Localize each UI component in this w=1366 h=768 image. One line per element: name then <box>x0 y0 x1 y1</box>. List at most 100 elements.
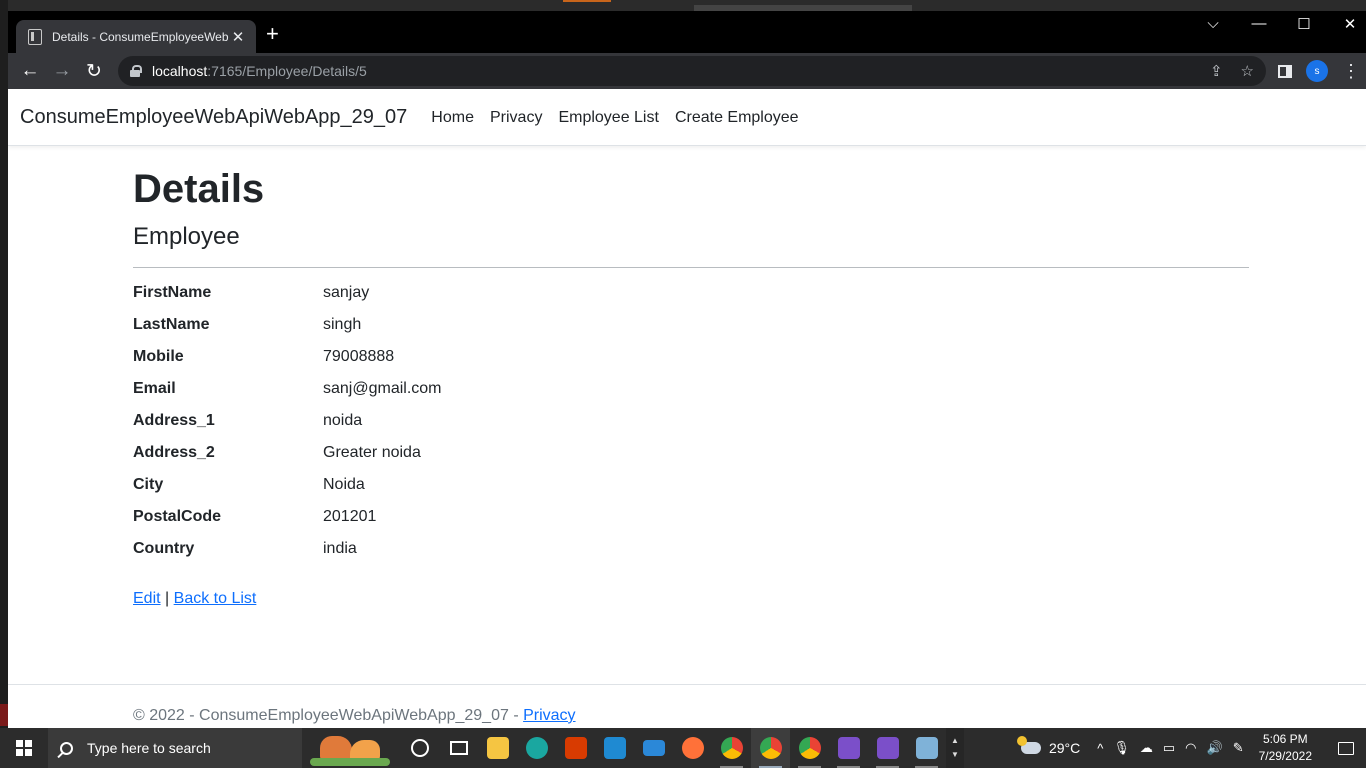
field-label: PostalCode <box>133 508 222 525</box>
nav-link-employee-list[interactable]: Employee List <box>558 109 659 127</box>
temperature: 29°C <box>1048 740 1081 756</box>
bookmark-star-icon[interactable]: ☆ <box>1241 62 1254 80</box>
edge-icon[interactable] <box>517 728 556 768</box>
web-page: ConsumeEmployeeWebApiWebApp_29_07 Home P… <box>8 90 1366 728</box>
notifications-button[interactable] <box>1326 741 1366 755</box>
show-hidden-icons-icon[interactable]: ^ <box>1092 741 1108 756</box>
share-icon[interactable]: ⇪ <box>1210 62 1223 80</box>
pen-icon[interactable]: ✎ <box>1228 740 1249 756</box>
navbar-brand[interactable]: ConsumeEmployeeWebApiWebApp_29_07 <box>20 106 407 129</box>
more-menu-icon[interactable]: ⋮ <box>1342 62 1360 80</box>
taskbar-search-box[interactable]: Type here to search <box>48 728 302 768</box>
address-bar-actions: ⇪ ☆ <box>1210 62 1254 80</box>
wifi-icon[interactable]: ◠ <box>1180 740 1201 756</box>
visual-studio-icon[interactable] <box>829 728 868 768</box>
microphone-icon[interactable]: 🎙 <box>1108 740 1135 756</box>
firefox-icon[interactable] <box>673 728 712 768</box>
detail-row-firstname: FirstName sanjay <box>133 284 1249 316</box>
tab-strip: Details - ConsumeEmployeeWeb ✕ + ⌵ — ☐ ✕ <box>8 11 1366 53</box>
task-view-icon[interactable] <box>439 728 478 768</box>
clock-time: 5:06 PM <box>1262 732 1308 746</box>
background-window-accent <box>563 0 611 2</box>
footer-privacy-link[interactable]: Privacy <box>523 707 575 724</box>
nav-link-home[interactable]: Home <box>431 109 474 127</box>
minimize-button[interactable]: — <box>1236 15 1282 32</box>
url-path: :7165/Employee/Details/5 <box>207 63 367 79</box>
back-to-list-link[interactable]: Back to List <box>174 590 257 607</box>
notification-icon <box>1338 741 1354 755</box>
footer-text: © 2022 - ConsumeEmployeeWebApiWebApp_29_… <box>133 707 524 724</box>
weather-widget[interactable]: 29°C <box>1009 736 1092 756</box>
detail-row-address-2: Address_2 Greater noida <box>133 444 1249 476</box>
detail-row-country: Country india <box>133 540 1249 572</box>
search-highlight-illustration[interactable] <box>302 728 400 768</box>
nav-link-create-employee[interactable]: Create Employee <box>675 109 799 127</box>
vscode-icon[interactable] <box>595 728 634 768</box>
system-clock[interactable]: 5:06 PM 7/29/2022 <box>1249 731 1326 765</box>
browser-tab-details[interactable]: Details - ConsumeEmployeeWeb ✕ <box>16 20 256 53</box>
chrome-profile-icon[interactable] <box>751 728 790 768</box>
field-value: sanjay <box>323 284 370 301</box>
chrome-alt-icon[interactable] <box>790 728 829 768</box>
field-value: noida <box>323 412 363 429</box>
link-separator: | <box>165 590 170 607</box>
battery-icon[interactable]: ▭ <box>1158 740 1180 756</box>
field-value: 79008888 <box>323 348 395 365</box>
detail-row-email: Email sanj@gmail.com <box>133 380 1249 412</box>
site-footer: © 2022 - ConsumeEmployeeWebApiWebApp_29_… <box>8 684 1366 728</box>
chrome-icon[interactable] <box>712 728 751 768</box>
page-title: Details <box>133 167 265 211</box>
field-label: City <box>133 476 164 493</box>
field-value: sanj@gmail.com <box>323 380 442 397</box>
browser-toolbar: ← → ↻ localhost:7165/Employee/Details/5 … <box>8 53 1366 89</box>
detail-row-mobile: Mobile 79008888 <box>133 348 1249 380</box>
footer-content: © 2022 - ConsumeEmployeeWebApiWebApp_29_… <box>133 707 576 725</box>
visual-studio-alt-icon[interactable] <box>868 728 907 768</box>
nav-link-privacy[interactable]: Privacy <box>490 109 542 127</box>
field-value: india <box>323 540 357 557</box>
windows-logo-icon <box>16 740 32 756</box>
detail-row-postalcode: PostalCode 201201 <box>133 508 1249 540</box>
employee-details-list: FirstName sanjay LastName singh Mobile 7900… <box>133 284 1249 572</box>
side-panel-icon[interactable] <box>1278 64 1292 78</box>
clock-date: 7/29/2022 <box>1258 749 1312 763</box>
forward-arrow-icon[interactable]: → <box>46 60 78 82</box>
notepad-icon[interactable] <box>907 728 946 768</box>
cortana-icon[interactable] <box>400 728 439 768</box>
onedrive-icon[interactable]: ☁ <box>1135 740 1158 756</box>
maximize-button[interactable]: ☐ <box>1281 15 1327 33</box>
mail-icon[interactable] <box>634 728 673 768</box>
file-explorer-icon[interactable] <box>478 728 517 768</box>
detail-row-city: City Noida <box>133 476 1249 508</box>
new-tab-button[interactable]: + <box>266 23 279 45</box>
url-host: localhost <box>152 63 208 79</box>
tab-title: Details - ConsumeEmployeeWeb <box>52 29 229 44</box>
field-label: FirstName <box>133 284 212 301</box>
volume-icon[interactable]: 🔊 <box>1202 740 1228 756</box>
background-red-edge <box>0 704 8 726</box>
edit-link[interactable]: Edit <box>133 590 161 607</box>
browser-window: Details - ConsumeEmployeeWeb ✕ + ⌵ — ☐ ✕… <box>8 11 1366 728</box>
lock-icon[interactable] <box>130 65 142 77</box>
search-icon <box>60 741 73 755</box>
field-value: Greater noida <box>323 444 421 461</box>
address-bar[interactable]: localhost:7165/Employee/Details/5 ⇪ ☆ <box>118 56 1266 86</box>
field-label: Address_2 <box>133 444 215 461</box>
start-button[interactable] <box>0 728 48 768</box>
background-desktop-strip <box>0 0 1366 11</box>
reload-icon[interactable]: ↻ <box>78 60 110 83</box>
profile-avatar[interactable]: s <box>1306 60 1328 82</box>
taskbar-scroll-icon[interactable]: ▲ ▼ <box>946 728 964 768</box>
tab-search-dropdown-icon[interactable]: ⌵ <box>1190 15 1236 32</box>
page-subtitle: Employee <box>133 223 240 250</box>
field-label: LastName <box>133 316 210 333</box>
field-label: Country <box>133 540 195 557</box>
tab-close-icon[interactable]: ✕ <box>230 28 246 46</box>
office-icon[interactable] <box>556 728 595 768</box>
back-arrow-icon[interactable]: ← <box>14 60 46 82</box>
main-content: Details Employee FirstName sanjay LastNam… <box>133 146 1249 608</box>
close-window-button[interactable]: ✕ <box>1327 15 1366 33</box>
windows-taskbar: Type here to search ▲ ▼ 29°C ^ 🎙 ☁ ▭ ◠ 🔊 … <box>0 728 1366 768</box>
site-navbar: ConsumeEmployeeWebApiWebApp_29_07 Home P… <box>8 90 1366 146</box>
search-placeholder: Type here to search <box>87 740 211 756</box>
